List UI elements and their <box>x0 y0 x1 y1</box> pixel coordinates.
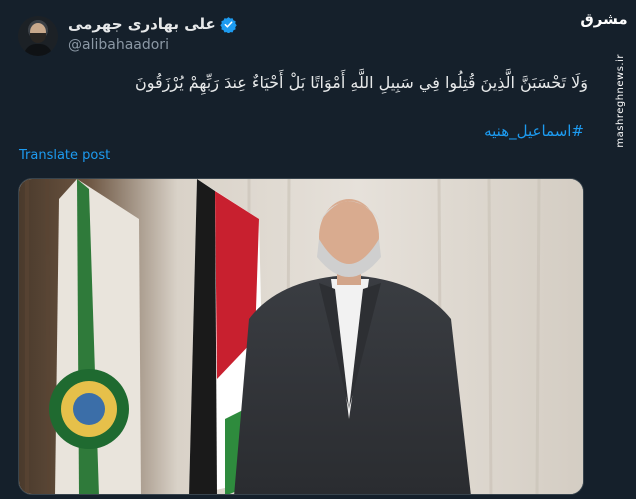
author-handle[interactable]: @alibahaadori <box>68 37 169 53</box>
translate-post-link[interactable]: Translate post <box>19 148 110 163</box>
hashtag-link[interactable]: #اسماعیل_هنیه <box>484 122 584 140</box>
watermark-logo: مشرق <box>580 10 628 28</box>
tweet-photo[interactable] <box>18 178 584 495</box>
tweet-text: وَلَا تَحْسَبَنَّ الَّذِينَ قُتِلُوا فِي… <box>135 73 588 92</box>
mashregh-watermark: مشرق mashreghnews.ir <box>580 10 627 148</box>
author-name-row[interactable]: علی بهادری جهرمی <box>68 15 237 33</box>
watermark-site-text: mashreghnews.ir <box>615 54 626 148</box>
author-display-name[interactable]: علی بهادری جهرمی <box>68 15 216 33</box>
photo-illustration <box>19 179 583 494</box>
author-avatar[interactable] <box>18 16 58 56</box>
verified-badge-icon <box>220 16 237 33</box>
